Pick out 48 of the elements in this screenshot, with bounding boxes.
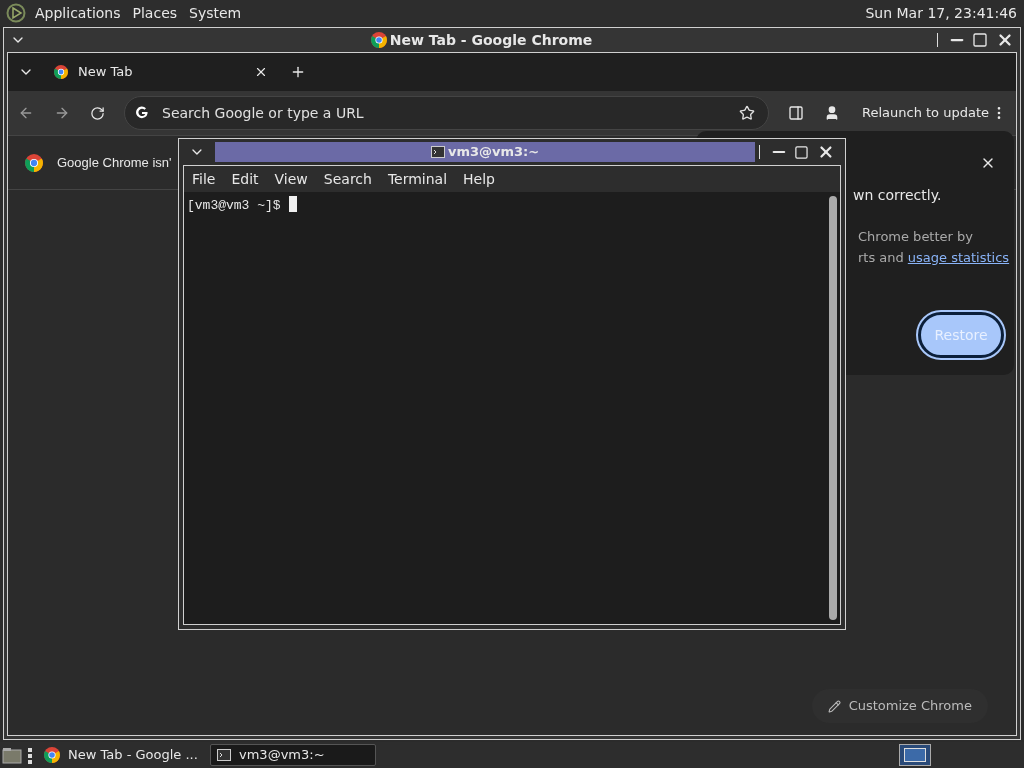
panel-menu[interactable]: System	[189, 2, 242, 24]
chrome-logo-icon	[25, 153, 43, 172]
clock: Sun Mar 17, 23:41:46	[865, 3, 1017, 23]
terminal-icon	[217, 749, 231, 761]
terminal-menu[interactable]: Search	[323, 168, 372, 190]
side-panel-icon[interactable]	[788, 105, 804, 121]
maximize-icon[interactable]	[794, 144, 810, 160]
forward-icon[interactable]	[54, 105, 70, 121]
relaunch-button[interactable]: Relaunch to update	[862, 103, 989, 123]
window-title: New Tab - Google Chrome	[389, 30, 593, 50]
popup-text: rts and	[858, 249, 904, 267]
bookmark-star-icon[interactable]	[739, 105, 755, 121]
shell-prompt: [vm3@vm3 ~]$	[187, 197, 281, 215]
maximize-icon[interactable]	[972, 32, 988, 48]
terminal-menu[interactable]: File	[192, 168, 216, 190]
new-tab-icon[interactable]	[290, 64, 306, 80]
handle-icon[interactable]	[28, 746, 32, 764]
reload-icon[interactable]	[90, 105, 105, 121]
taskbar-item[interactable]: vm3@vm3:~	[210, 744, 376, 766]
text-cursor	[288, 196, 297, 212]
panel-menu[interactable]: Applications	[35, 2, 121, 24]
chrome-logo-icon	[44, 747, 60, 763]
tab-close-icon[interactable]	[254, 65, 268, 79]
popup-text: Chrome better by	[858, 228, 973, 246]
terminal-menu[interactable]: View	[274, 168, 308, 190]
taskbar-item[interactable]: New Tab - Google ...	[38, 744, 204, 766]
google-g-icon	[134, 105, 150, 121]
window-title: vm3@vm3:~	[448, 143, 540, 162]
chrome-logo-icon	[370, 32, 387, 48]
popup-message: wn correctly.	[853, 186, 942, 205]
browser-tab[interactable]: New Tab	[54, 57, 274, 87]
terminal-menu[interactable]: Terminal	[387, 168, 448, 190]
close-icon[interactable]	[996, 31, 1014, 49]
usage-statistics-link[interactable]: usage statistics	[907, 248, 1010, 268]
terminal-menu[interactable]: Edit	[231, 168, 259, 190]
pencil-icon	[827, 699, 841, 713]
back-icon[interactable]	[18, 105, 34, 121]
terminal-icon	[431, 146, 445, 158]
close-icon[interactable]	[817, 143, 835, 161]
terminal-menu[interactable]: Help	[463, 168, 495, 190]
panel-menu[interactable]: Places	[132, 2, 178, 24]
chrome-tab-icon	[54, 65, 68, 79]
workspace-switcher[interactable]	[899, 744, 931, 766]
customize-chrome-button[interactable]: Customize Chrome	[811, 689, 988, 723]
profile-icon[interactable]	[824, 105, 840, 121]
omnibox[interactable]: Search Google or type a URL	[124, 96, 769, 130]
infobar-message: Google Chrome isn'	[57, 153, 172, 172]
distro-logo-icon	[6, 3, 26, 23]
